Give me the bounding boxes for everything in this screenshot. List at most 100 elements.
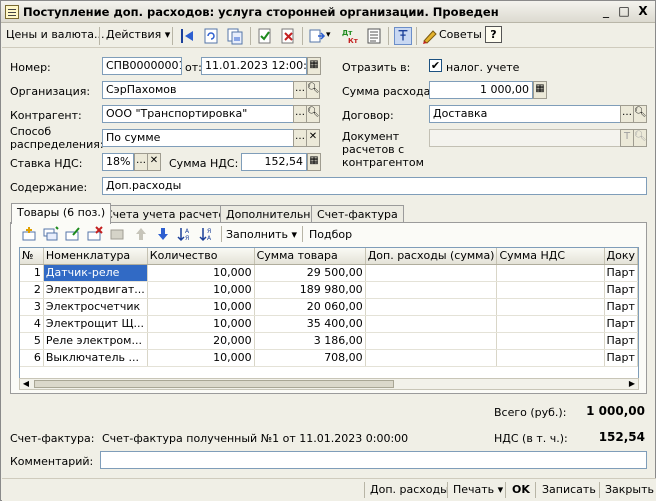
- row-qty[interactable]: 20,000: [147, 332, 255, 350]
- vat-sum-input[interactable]: 152,54: [241, 153, 307, 171]
- tab-goods[interactable]: Товары (6 поз.): [11, 203, 112, 224]
- clear-distribution-icon[interactable]: ✕: [306, 129, 320, 147]
- row-sum[interactable]: 20 060,00: [254, 298, 366, 316]
- prev-document-icon[interactable]: [178, 27, 196, 45]
- row-vat[interactable]: [496, 264, 605, 282]
- date-input[interactable]: 11.01.2023 12:00:01: [201, 57, 307, 75]
- table-row[interactable]: 5 Реле электром... 20,000 3 186,00 Парт: [20, 332, 638, 350]
- close-button[interactable]: Закрыть: [605, 483, 654, 496]
- col-header-sum[interactable]: Сумма товара: [254, 248, 366, 265]
- row-item[interactable]: Выключатель ...: [43, 349, 148, 367]
- col-header-qty[interactable]: Количество: [147, 248, 255, 265]
- actions-menu-button[interactable]: Действия ▾: [106, 28, 170, 41]
- row-extra-costs[interactable]: [365, 332, 498, 350]
- select-contractor-button[interactable]: …: [293, 105, 307, 123]
- select-contract-button[interactable]: …: [620, 105, 634, 123]
- sort-descending-icon[interactable]: ЯA: [199, 226, 215, 242]
- row-qty[interactable]: 10,000: [147, 298, 255, 316]
- row-document[interactable]: Парт: [604, 349, 638, 367]
- ok-button[interactable]: OK: [512, 483, 530, 496]
- post-document-icon[interactable]: [256, 27, 274, 45]
- open-organization-icon[interactable]: 🔍︎: [306, 81, 320, 99]
- close-window-button[interactable]: X: [635, 4, 651, 20]
- calculator-icon[interactable]: ▦: [533, 81, 547, 99]
- row-item[interactable]: Электросчетчик: [43, 298, 148, 316]
- type-select-icon[interactable]: T: [620, 129, 634, 147]
- comment-input[interactable]: [100, 451, 647, 469]
- row-extra-costs[interactable]: [365, 349, 498, 367]
- scroll-left-icon[interactable]: ◀: [20, 379, 32, 389]
- add-row-icon[interactable]: [21, 226, 37, 242]
- table-row[interactable]: 1 Датчик-реле 10,000 29 500,00 Парт: [20, 264, 638, 282]
- col-header-extra-costs[interactable]: Доп. расходы (сумма): [365, 248, 498, 265]
- row-document[interactable]: Парт: [604, 298, 638, 316]
- print-menu-button[interactable]: Печать ▾: [453, 483, 503, 496]
- row-vat[interactable]: [496, 349, 605, 367]
- col-header-number[interactable]: №: [20, 248, 44, 265]
- dt-kt-icon[interactable]: Дт Кт: [341, 27, 359, 45]
- row-qty[interactable]: 10,000: [147, 281, 255, 299]
- row-vat[interactable]: [496, 298, 605, 316]
- row-document[interactable]: Парт: [604, 281, 638, 299]
- row-extra-costs[interactable]: [365, 264, 498, 282]
- extra-costs-button[interactable]: Доп. расходы: [370, 483, 449, 496]
- contract-input[interactable]: Доставка: [429, 105, 621, 123]
- minimize-button[interactable]: _: [598, 4, 614, 20]
- row-sum[interactable]: 3 186,00: [254, 332, 366, 350]
- select-items-button[interactable]: Подбор: [309, 228, 352, 241]
- row-extra-costs[interactable]: [365, 315, 498, 333]
- row-sum[interactable]: 708,00: [254, 349, 366, 367]
- prices-currency-button[interactable]: Цены и валюта...: [6, 28, 104, 41]
- row-item[interactable]: Реле электром...: [43, 332, 148, 350]
- row-vat[interactable]: [496, 332, 605, 350]
- row-item[interactable]: Электродвигат...: [43, 281, 148, 299]
- structure-report-icon[interactable]: [365, 27, 383, 45]
- contractor-input[interactable]: ООО "Транспортировка": [102, 105, 294, 123]
- help-button[interactable]: ?: [485, 26, 502, 43]
- chevron-down-icon[interactable]: ▾: [326, 30, 331, 40]
- row-extra-costs[interactable]: [365, 298, 498, 316]
- copy-row-icon[interactable]: [43, 226, 59, 242]
- tips-button[interactable]: Советы: [439, 28, 482, 41]
- vat-rate-input[interactable]: 18%: [102, 153, 134, 171]
- select-distribution-button[interactable]: …: [293, 129, 307, 147]
- copy-document-icon[interactable]: [226, 27, 244, 45]
- row-sum[interactable]: 189 980,00: [254, 281, 366, 299]
- tab-invoice[interactable]: Счет-фактура: [311, 205, 404, 223]
- select-vat-rate-button[interactable]: …: [134, 153, 148, 171]
- horizontal-scrollbar[interactable]: ◀ ▶: [19, 378, 639, 390]
- scroll-right-icon[interactable]: ▶: [626, 379, 638, 389]
- row-item[interactable]: Электрощит Щ...: [43, 315, 148, 333]
- table-row[interactable]: 6 Выключатель ... 10,000 708,00 Парт: [20, 349, 638, 367]
- clear-vat-rate-icon[interactable]: ✕: [147, 153, 161, 171]
- move-down-icon[interactable]: [155, 226, 171, 242]
- col-header-document[interactable]: Доку: [604, 248, 638, 265]
- save-button[interactable]: Записать: [542, 483, 596, 496]
- row-sum[interactable]: 29 500,00: [254, 264, 366, 282]
- edit-row-icon[interactable]: [65, 226, 81, 242]
- open-contractor-icon[interactable]: 🔍︎: [306, 105, 320, 123]
- sort-ascending-icon[interactable]: AЯ: [177, 226, 193, 242]
- fill-menu-button[interactable]: Заполнить ▾: [226, 228, 297, 241]
- scrollbar-thumb[interactable]: [34, 380, 394, 388]
- move-up-icon[interactable]: [133, 226, 149, 242]
- col-header-vat[interactable]: Сумма НДС: [496, 248, 605, 265]
- open-settlement-doc-icon[interactable]: 🔍︎: [633, 129, 647, 147]
- goods-table[interactable]: № Номенклатура Количество Сумма товара Д…: [19, 247, 639, 379]
- row-qty[interactable]: 10,000: [147, 315, 255, 333]
- tab-additional[interactable]: Дополнительно: [220, 205, 324, 223]
- open-contract-icon[interactable]: 🔍︎: [633, 105, 647, 123]
- row-item[interactable]: Датчик-реле: [43, 264, 148, 282]
- refresh-document-icon[interactable]: [202, 27, 220, 45]
- col-header-item[interactable]: Номенклатура: [43, 248, 148, 265]
- maximize-button[interactable]: □: [616, 4, 632, 20]
- row-document[interactable]: Парт: [604, 315, 638, 333]
- row-sum[interactable]: 35 400,00: [254, 315, 366, 333]
- row-qty[interactable]: 10,000: [147, 264, 255, 282]
- row-document[interactable]: Парт: [604, 264, 638, 282]
- number-input[interactable]: СПВ00000001: [102, 57, 182, 75]
- row-document[interactable]: Парт: [604, 332, 638, 350]
- row-vat[interactable]: [496, 315, 605, 333]
- delete-row-icon[interactable]: [87, 226, 103, 242]
- table-row[interactable]: 2 Электродвигат... 10,000 189 980,00 Пар…: [20, 281, 638, 299]
